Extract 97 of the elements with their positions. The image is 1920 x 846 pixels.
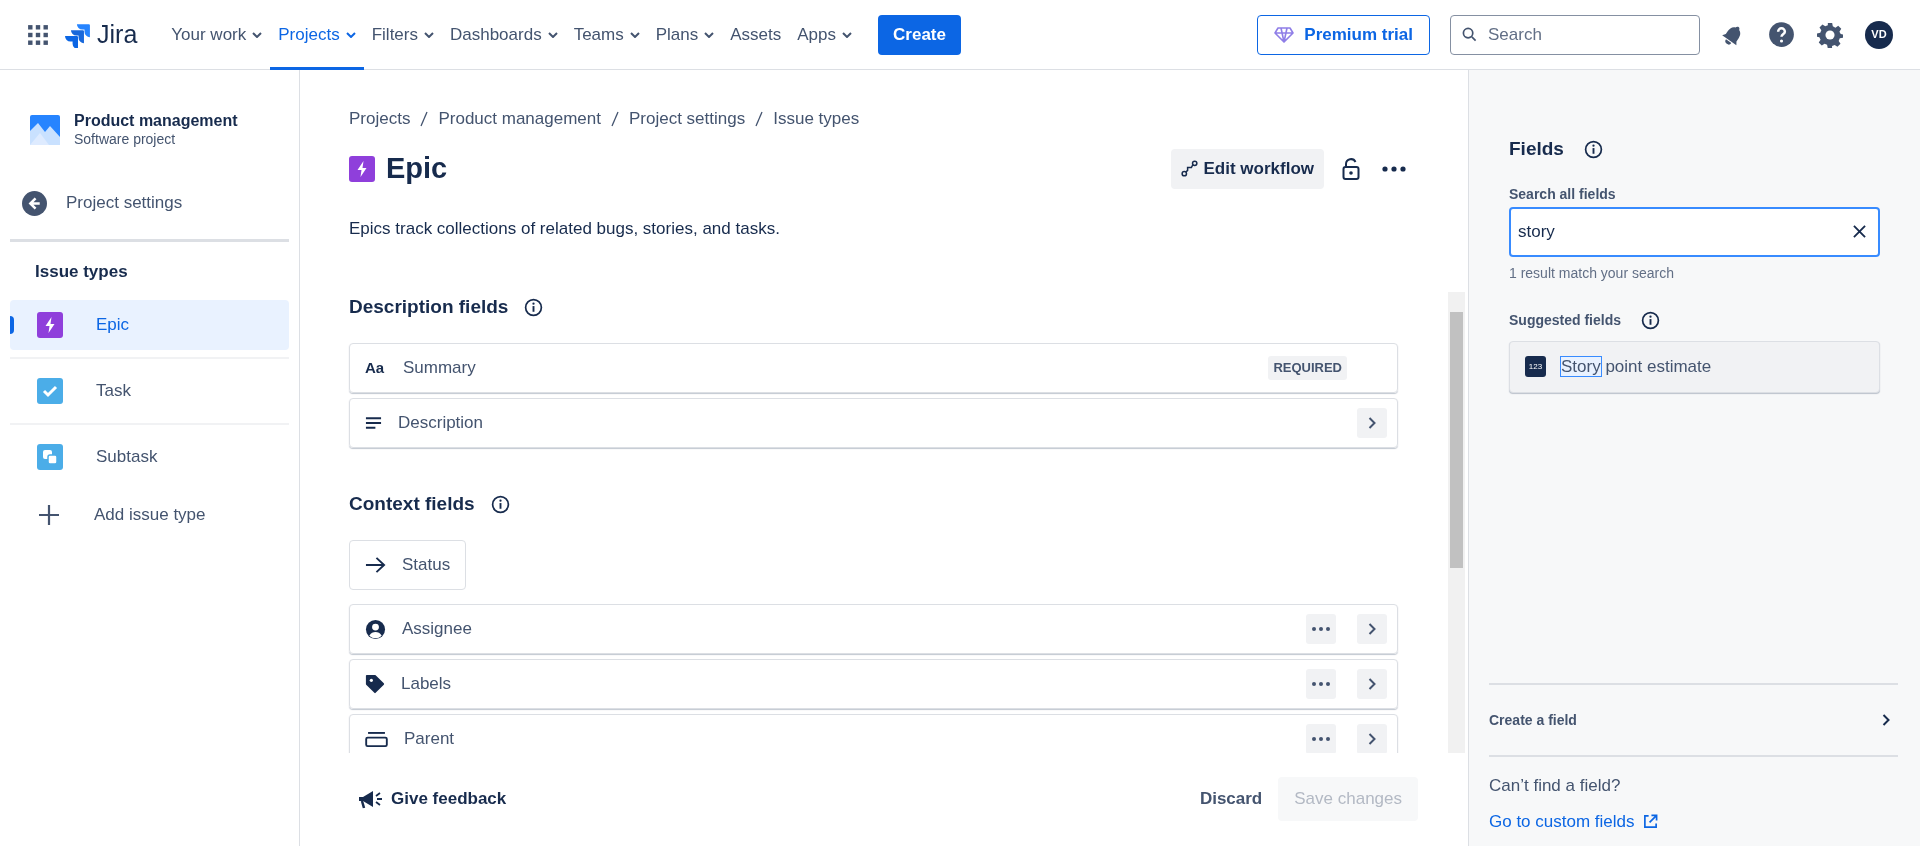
section-heading: Issue types [34,261,129,283]
breadcrumb-link[interactable]: Projects [349,106,411,132]
workflow-icon [1180,160,1198,177]
scrollbar[interactable] [1448,292,1465,753]
project-name: Product management [74,112,238,130]
section-heading: Description fields [349,294,509,319]
issue-type-item[interactable]: Subtask [10,431,289,482]
more-options-icon [1312,682,1330,686]
user-avatar[interactable]: VD [1865,20,1893,49]
edit-workflow-button[interactable]: Edit workflow [1170,148,1324,189]
info-icon[interactable] [1641,310,1661,330]
suggested-field-name: Story point estimate [1561,355,1712,378]
diamond-icon [1274,26,1295,43]
field-row[interactable]: Parent [349,714,1398,753]
more-button[interactable] [1306,614,1336,644]
issue-type-description: Epics track collections of related bugs, stories, and tasks. [349,217,781,240]
plus-icon [37,502,61,527]
project-type: Software project [74,130,177,148]
field-item[interactable]: Status [349,540,467,590]
breadcrumb-link[interactable]: Issue types [773,106,860,132]
required-badge: REQUIRED [1268,356,1347,380]
nav-menu-item[interactable]: Filters [363,0,442,70]
app-logo-text: Jira [97,18,138,50]
more-options-icon [1312,627,1330,631]
nav-menu-item[interactable]: Projects [270,0,364,70]
field-label: Search all fields [1509,184,1617,204]
external-link-icon [1642,813,1658,829]
custom-fields-link[interactable]: Go to custom fields [1489,808,1658,834]
field-row[interactable]: Aa Summary REQUIRED [349,343,1398,393]
help-icon[interactable] [1768,21,1795,48]
breadcrumb-link[interactable]: Product management [438,106,601,132]
expand-button[interactable] [1357,614,1387,644]
stacked-bars-icon [365,731,388,747]
issue-type-item[interactable]: Task [10,365,289,416]
field-row[interactable]: Labels [349,659,1398,709]
chevron-right-icon [1368,623,1376,635]
help-text: Can’t find a field? [1489,775,1622,797]
expand-button[interactable] [1357,408,1387,438]
more-button[interactable] [1306,669,1336,699]
info-icon[interactable] [1583,139,1603,159]
lightning-icon [37,311,63,338]
issue-type-item[interactable]: Epic [10,299,289,350]
create-button[interactable]: Create [878,14,961,55]
nav-menu-item[interactable]: Apps [789,0,861,70]
chevron-right-icon [1368,733,1376,745]
field-row[interactable]: Description [349,398,1398,448]
tag-icon [365,674,385,694]
info-icon[interactable] [524,297,544,317]
lightning-icon [349,155,375,182]
add-issue-type-button[interactable]: Add issue type [10,489,289,540]
app-switcher-icon[interactable] [27,23,49,46]
search-field[interactable]: Search [1450,14,1700,55]
section-heading: Context fields [349,491,475,516]
create-field-link[interactable]: Create a field [1489,685,1898,755]
jira-logo-icon[interactable] [65,21,91,48]
nav-menu-item[interactable]: Assets [722,0,790,70]
nav-menu-item[interactable]: Dashboards [441,0,566,70]
result-count: 1 result match your search [1509,263,1675,283]
search-fields-input[interactable]: story [1509,206,1880,257]
breadcrumb-link[interactable]: Project settings [628,106,746,132]
back-link[interactable]: Project settings [10,183,289,223]
give-feedback-button[interactable]: Give feedback [357,786,507,812]
expand-button[interactable] [1357,724,1387,753]
discard-button[interactable]: Discard [1187,779,1275,819]
info-icon[interactable] [490,494,510,514]
panel-title: Fields [1509,137,1564,161]
megaphone-icon [357,788,383,810]
more-options-icon [1312,737,1330,741]
settings-icon[interactable] [1817,21,1843,48]
expand-button[interactable] [1357,669,1387,699]
nav-menu-item[interactable]: Your work [163,0,271,70]
breadcrumb-separator-icon [755,110,764,127]
unlocked-padlock-icon[interactable] [1342,157,1360,180]
close-icon[interactable] [1853,224,1866,238]
breadcrumb-separator-icon [420,110,429,127]
more-options-icon[interactable] [1382,165,1406,172]
page-title: Epic [386,150,448,186]
nav-menu-item[interactable]: Teams [565,0,648,70]
project-avatar-icon [30,115,60,145]
number-field-icon: 123 [1525,356,1546,377]
field-row[interactable]: Assignee [349,604,1398,654]
chevron-right-icon [1368,417,1376,429]
checkmark-icon [37,377,63,404]
person-icon [365,618,386,640]
chevron-right-icon [1368,678,1376,690]
right-arrow-icon [365,556,386,574]
lines-icon [365,416,382,430]
overlapping-squares-icon [37,443,63,470]
suggested-field-item[interactable]: 123 Story point estimate [1509,340,1880,393]
nav-menu-item[interactable]: Plans [647,0,723,70]
text-type-icon: Aa [365,356,387,380]
premium-trial-button[interactable]: Premium trial [1257,14,1430,55]
breadcrumb-separator-icon [610,110,619,127]
more-button[interactable] [1306,724,1336,753]
section-heading: Suggested fields [1509,310,1622,330]
search-icon [1462,26,1477,42]
chevron-right-icon [1882,714,1890,726]
